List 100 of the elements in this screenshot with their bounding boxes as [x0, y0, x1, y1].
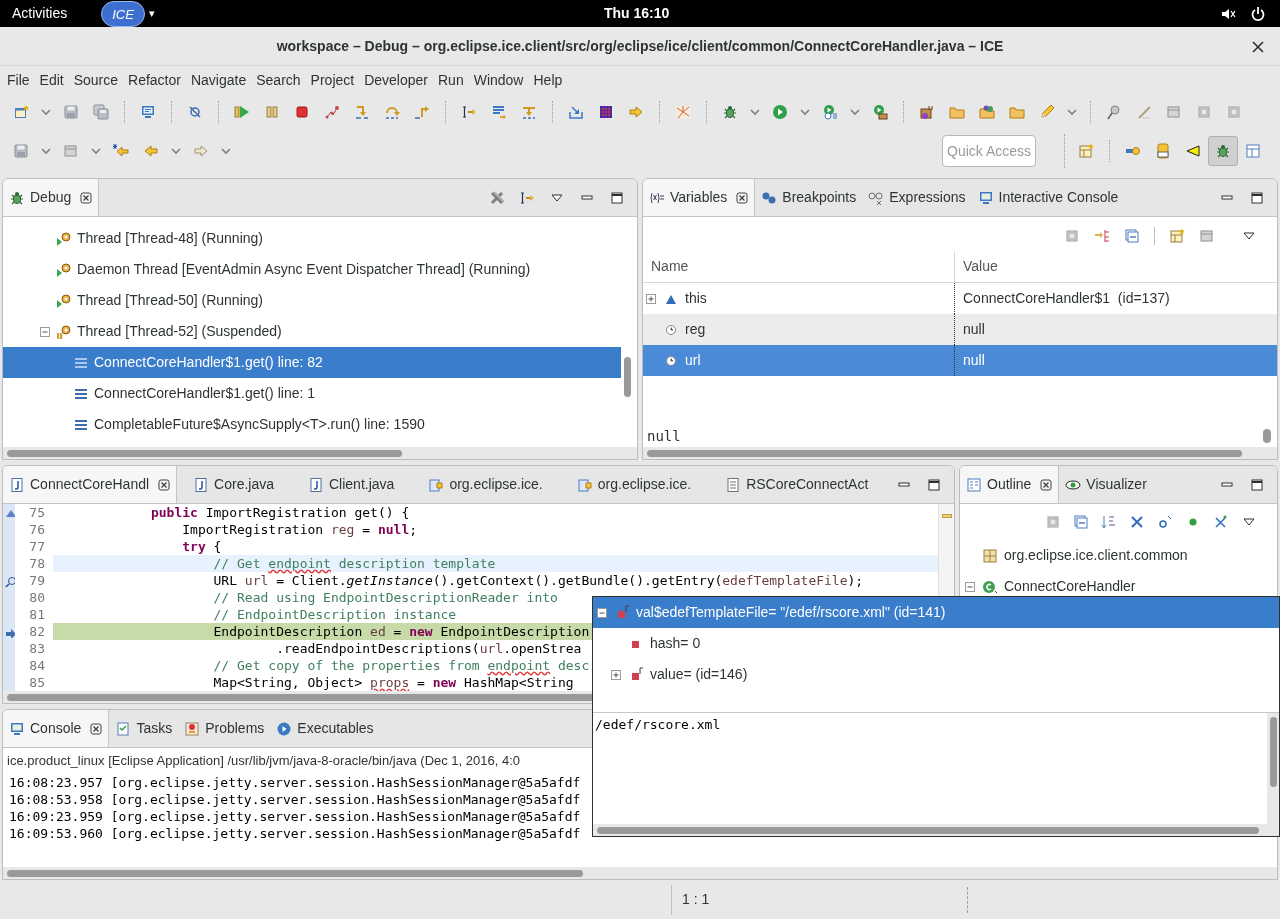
- grid-icon[interactable]: [598, 104, 614, 120]
- run-icon[interactable]: [772, 104, 788, 120]
- pencil-icon[interactable]: [1039, 104, 1055, 120]
- pin-icon[interactable]: [1106, 104, 1122, 120]
- expand-icon[interactable]: [610, 668, 622, 681]
- close-icon[interactable]: [1040, 478, 1053, 491]
- tree-row[interactable]: Thread [Thread-52] (Suspended): [3, 316, 621, 347]
- slash-icon[interactable]: [1136, 104, 1152, 120]
- arrow-icon[interactable]: [628, 104, 644, 120]
- skip-breakpoints-icon[interactable]: [187, 104, 203, 120]
- download-icon[interactable]: [13, 143, 29, 159]
- maximize-icon[interactable]: [1249, 476, 1265, 493]
- back-icon[interactable]: [143, 143, 159, 159]
- tab[interactable]: org.eclipse.ice.: [560, 466, 710, 503]
- debug-icon[interactable]: [722, 104, 738, 120]
- folder-icon[interactable]: [949, 104, 965, 120]
- tab[interactable]: Client.java: [292, 466, 413, 503]
- tab[interactable]: Executables: [270, 710, 380, 747]
- collapse-icon[interactable]: [596, 606, 608, 619]
- upload-icon[interactable]: [63, 143, 79, 159]
- tree-row[interactable]: hash= 0: [593, 628, 1279, 659]
- debug-perspective-icon[interactable]: [1215, 143, 1231, 159]
- collapse-icon[interactable]: [39, 325, 51, 338]
- column-header[interactable]: Value: [955, 251, 1277, 282]
- tree-row[interactable]: val$edefTemplateFile= "/edef/rscore.xml" (id=141): [593, 597, 1279, 628]
- tree-row[interactable]: Thread [Thread-48] (Running): [3, 223, 621, 254]
- close-icon[interactable]: [80, 191, 93, 204]
- maximize-icon[interactable]: [926, 476, 942, 493]
- tab[interactable]: RSCoreConnectAct: [709, 466, 887, 503]
- column-header[interactable]: Name: [643, 251, 955, 282]
- new-file-icon[interactable]: [13, 104, 29, 120]
- tab[interactable]: Debug: [3, 179, 100, 216]
- step-filters-icon[interactable]: [519, 189, 535, 206]
- table-row[interactable]: reg null: [643, 314, 1277, 345]
- logical-structure-icon[interactable]: [1094, 228, 1110, 244]
- drop-to-frame-icon[interactable]: [491, 104, 507, 120]
- hide-non-public-icon[interactable]: [1213, 514, 1229, 530]
- close-icon[interactable]: [1250, 39, 1266, 55]
- scrollbar-thumb[interactable]: [1263, 429, 1271, 443]
- menu-item[interactable]: Help: [528, 66, 568, 94]
- app-logo[interactable]: ICE: [101, 0, 145, 27]
- close-icon[interactable]: [158, 478, 171, 491]
- tab[interactable]: Console: [3, 710, 110, 747]
- menu-item[interactable]: Project: [305, 66, 360, 94]
- collapse-icon[interactable]: [964, 580, 976, 593]
- scrollbar-thumb[interactable]: [597, 826, 1259, 834]
- tab[interactable]: Core.java: [177, 466, 292, 503]
- expand-icon[interactable]: [645, 292, 657, 305]
- back-icon[interactable]: [113, 143, 129, 159]
- square-icon[interactable]: [1045, 514, 1061, 530]
- sort-icon[interactable]: [1101, 514, 1117, 530]
- tab[interactable]: ConnectCoreHandl: [3, 466, 178, 503]
- table-row[interactable]: url null: [643, 345, 1277, 376]
- folder-icon[interactable]: [1009, 104, 1025, 120]
- menu-item[interactable]: Navigate: [185, 66, 252, 94]
- clock[interactable]: Thu 16:10: [604, 3, 670, 24]
- collapse-all-icon[interactable]: [1073, 514, 1089, 530]
- step-over-icon[interactable]: [384, 104, 400, 120]
- menu-item[interactable]: Refactor: [123, 66, 186, 94]
- box-icon[interactable]: [919, 104, 935, 120]
- square-icon[interactable]: [1196, 104, 1212, 120]
- jar-icon[interactable]: [1155, 143, 1171, 159]
- window-icon[interactable]: [1166, 104, 1182, 120]
- step-return-icon[interactable]: [414, 104, 430, 120]
- tree-row[interactable]: CompletableFuture$AsyncSupply<T>.run() line: 1590: [3, 409, 621, 440]
- tab[interactable]: Variables: [643, 179, 756, 216]
- tree-row[interactable]: Daemon Thread [EventAdmin Async Event Dispatcher Thread] (Running): [3, 254, 621, 285]
- scrollbar-thumb[interactable]: [1269, 717, 1277, 787]
- new-watch-icon[interactable]: [1169, 228, 1185, 244]
- coverage-icon[interactable]: [822, 104, 838, 120]
- external-tool-icon[interactable]: [872, 104, 888, 120]
- folder-icon[interactable]: [979, 104, 995, 120]
- type-names-icon[interactable]: [1064, 228, 1080, 244]
- scrollbar-thumb[interactable]: [7, 449, 402, 457]
- menu-item[interactable]: Source: [68, 66, 124, 94]
- menu-item[interactable]: File: [2, 66, 35, 94]
- tab[interactable]: Visualizer: [1059, 466, 1153, 503]
- scrollbar-thumb[interactable]: [647, 449, 1242, 457]
- suspend-icon[interactable]: [264, 104, 280, 120]
- tab[interactable]: Problems: [178, 710, 271, 747]
- tab[interactable]: Expressions: [862, 179, 972, 216]
- tab[interactable]: Breakpoints: [755, 179, 863, 216]
- scrollbar-thumb[interactable]: [624, 357, 631, 397]
- menu-item[interactable]: Developer: [359, 66, 433, 94]
- scrollbar-thumb[interactable]: [7, 869, 583, 877]
- hide-fields-icon[interactable]: [1129, 514, 1145, 530]
- collapse-all-icon[interactable]: [1124, 228, 1140, 244]
- app-menu-caret[interactable]: ▾: [148, 5, 155, 22]
- tree-row[interactable]: Thread [Thread-50] (Running): [3, 285, 621, 316]
- layout-icon[interactable]: [1199, 228, 1215, 244]
- burst-icon[interactable]: [675, 104, 691, 120]
- forward-icon[interactable]: [193, 143, 209, 159]
- tab[interactable]: Interactive Console: [971, 179, 1125, 216]
- tree-row[interactable]: ConnectCoreHandler$1.get() line: 82: [3, 347, 621, 378]
- tree-row[interactable]: org.eclipse.ice.client.common: [960, 540, 1277, 571]
- step-into-icon[interactable]: [354, 104, 370, 120]
- remove-terminated-icon[interactable]: [489, 189, 505, 206]
- tree-row[interactable]: ConnectCoreHandler$1.get() line: 1: [3, 378, 621, 409]
- tab[interactable]: Outline: [960, 466, 1060, 503]
- menu-item[interactable]: Run: [433, 66, 469, 94]
